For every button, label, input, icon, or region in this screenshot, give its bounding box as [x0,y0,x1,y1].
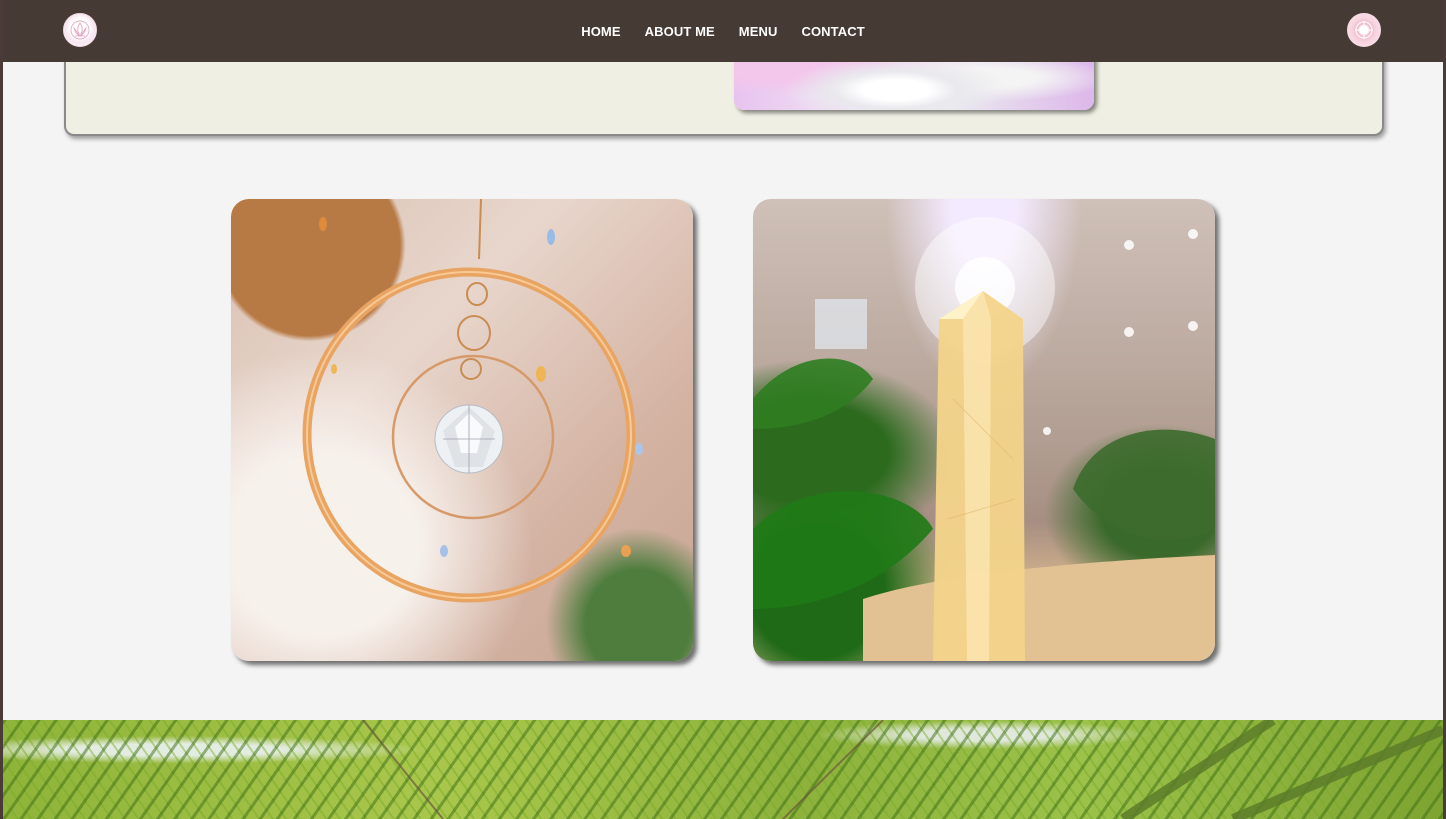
crystal-suncatcher-photo [231,199,693,661]
main-nav: HOME ABOUT ME MENU CONTACT [3,0,1443,62]
nav-about-me[interactable]: ABOUT ME [645,24,715,39]
mandala-badge-icon[interactable] [1347,13,1381,47]
nav-home[interactable]: HOME [581,24,620,39]
citrine-crystal-point-photo [753,199,1215,661]
site-header: HOME ABOUT ME MENU CONTACT [3,0,1443,62]
nav-contact[interactable]: CONTACT [801,24,864,39]
bamboo-leaves-banner [3,720,1443,819]
page: HOME ABOUT ME MENU CONTACT [3,0,1443,819]
nav-menu[interactable]: MENU [739,24,778,39]
